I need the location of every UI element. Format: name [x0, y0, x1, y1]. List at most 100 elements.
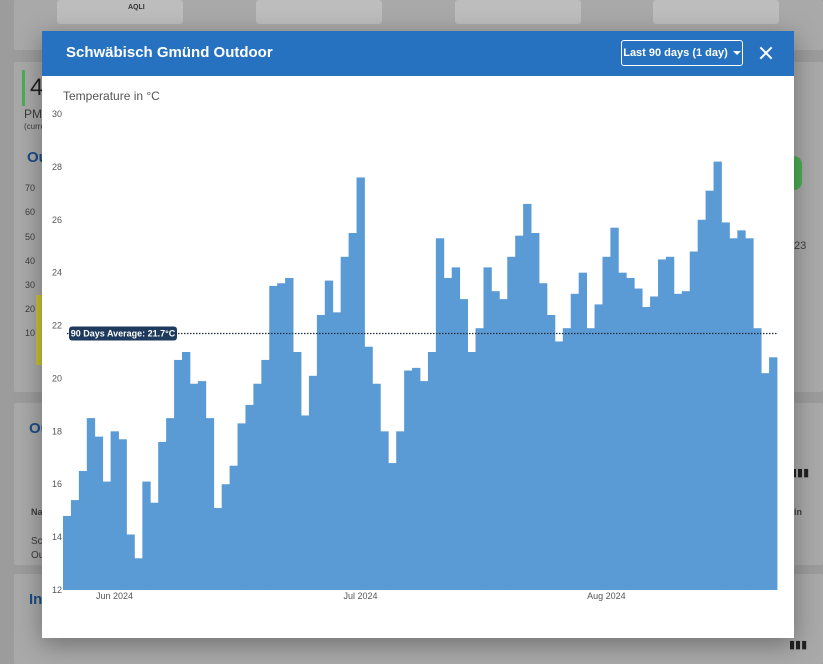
temperature-bar — [301, 415, 310, 590]
modal-title: Schwäbisch Gmünd Outdoor — [66, 44, 273, 61]
background-tick: 20 — [25, 304, 36, 314]
temperature-bar — [404, 370, 413, 590]
temperature-bar — [602, 256, 611, 590]
average-label: 90 Days Average: 21.7°C — [71, 328, 176, 338]
temperature-bar — [586, 328, 595, 590]
temperature-bar — [348, 233, 357, 590]
y-tick-label: 16 — [52, 479, 62, 489]
temperature-bar — [435, 238, 445, 591]
background-tick: 60 — [25, 207, 36, 217]
y-tick-label: 28 — [52, 162, 62, 172]
temperature-bar — [269, 285, 278, 590]
background-section-title: In — [29, 591, 43, 608]
temperature-bar — [166, 418, 175, 590]
temperature-bar — [237, 423, 246, 590]
temperature-bar — [412, 367, 421, 590]
temperature-bar — [78, 471, 88, 590]
caret-down-icon — [732, 51, 741, 55]
background-tick: 10 — [25, 328, 36, 338]
temperature-bar — [626, 277, 635, 590]
temperature-bar — [142, 481, 151, 590]
temperature-bar — [332, 312, 342, 590]
temperature-bar — [364, 346, 373, 590]
temperature-bar — [94, 436, 104, 590]
temperature-bar — [523, 203, 532, 590]
temperature-bar — [745, 238, 754, 591]
temperature-bar — [689, 251, 699, 590]
temperature-bar — [134, 558, 143, 590]
temperature-bar — [642, 307, 651, 590]
background-gauge-arc — [794, 156, 802, 190]
modal-header: Schwäbisch Gmünd Outdoor Last 90 days (1… — [42, 31, 794, 76]
temperature-bar — [229, 465, 238, 590]
temperature-bar — [546, 314, 556, 590]
temperature-bar — [126, 534, 135, 590]
temperature-bar — [705, 190, 714, 590]
temperature-bar — [340, 256, 349, 590]
temperature-bar — [713, 161, 722, 590]
y-tick-label: 24 — [52, 268, 62, 278]
temperature-bar — [277, 283, 286, 590]
temperature-bar — [174, 359, 183, 590]
temperature-bar — [483, 267, 492, 590]
close-icon[interactable] — [757, 44, 775, 62]
temperature-bar — [213, 508, 223, 590]
temperature-bar — [420, 381, 429, 590]
time-range-dropdown[interactable]: Last 90 days (1 day) — [621, 40, 743, 66]
background-table-cell: Sc — [31, 536, 43, 547]
temperature-bar — [499, 299, 508, 590]
temperature-bar — [70, 500, 80, 590]
temperature-bar — [507, 256, 516, 590]
background-tick: 70 — [25, 183, 36, 193]
background-thumbnail — [455, 0, 581, 24]
temperature-bar — [610, 227, 619, 590]
temperature-bar — [697, 219, 706, 590]
temperature-bar — [308, 375, 318, 590]
temperature-bar — [205, 418, 215, 590]
background-green-bar — [22, 70, 25, 106]
temperature-bar — [650, 296, 659, 590]
temperature-bar — [562, 328, 572, 590]
temperature-bar — [459, 299, 468, 590]
chart-modal: Schwäbisch Gmünd Outdoor Last 90 days (1… — [42, 31, 794, 638]
x-tick-label: Jun 2024 — [96, 591, 133, 601]
temperature-bar — [737, 230, 746, 590]
time-range-label: Last 90 days (1 day) — [623, 47, 728, 59]
background-thumbnail — [57, 0, 183, 24]
x-tick-label: Jul 2024 — [343, 591, 377, 601]
temperature-bar — [721, 222, 730, 590]
temperature-bar — [118, 439, 127, 590]
temperature-bar — [261, 359, 270, 590]
temperature-bar — [316, 314, 326, 590]
temperature-bar — [451, 267, 461, 590]
background-tick: 50 — [25, 232, 36, 242]
y-tick-label: 30 — [52, 109, 62, 119]
temperature-bar — [63, 515, 72, 590]
background-table-header-right: in — [794, 507, 802, 517]
temperature-bar — [658, 259, 667, 590]
chart-bars-icon[interactable]: ▮▮▮ — [789, 638, 807, 651]
y-tick-label: 14 — [52, 532, 62, 542]
temperature-bar — [285, 277, 294, 590]
temperature-bar — [491, 291, 500, 590]
y-tick-label: 22 — [52, 321, 62, 331]
background-right-number: 23 — [794, 240, 807, 252]
temperature-bar — [158, 441, 167, 590]
temperature-bar — [531, 233, 540, 590]
background-thumbnail — [653, 0, 779, 24]
background-aqli-logo: AQLI — [128, 4, 145, 11]
temperature-bar — [753, 328, 762, 590]
temperature-bar — [475, 328, 484, 590]
temperature-bar — [197, 381, 207, 590]
background-tick: 30 — [25, 280, 36, 290]
temperature-bar — [681, 291, 691, 590]
background-thumbnail — [256, 0, 382, 24]
temperature-bar — [189, 383, 199, 590]
y-tick-label: 12 — [52, 585, 62, 595]
temperature-bar — [515, 235, 524, 590]
temperature-bar — [673, 293, 683, 590]
temperature-bar — [396, 431, 405, 590]
y-tick-label: 18 — [52, 426, 62, 436]
temperature-bar — [182, 352, 191, 590]
temperature-bar — [221, 484, 230, 590]
